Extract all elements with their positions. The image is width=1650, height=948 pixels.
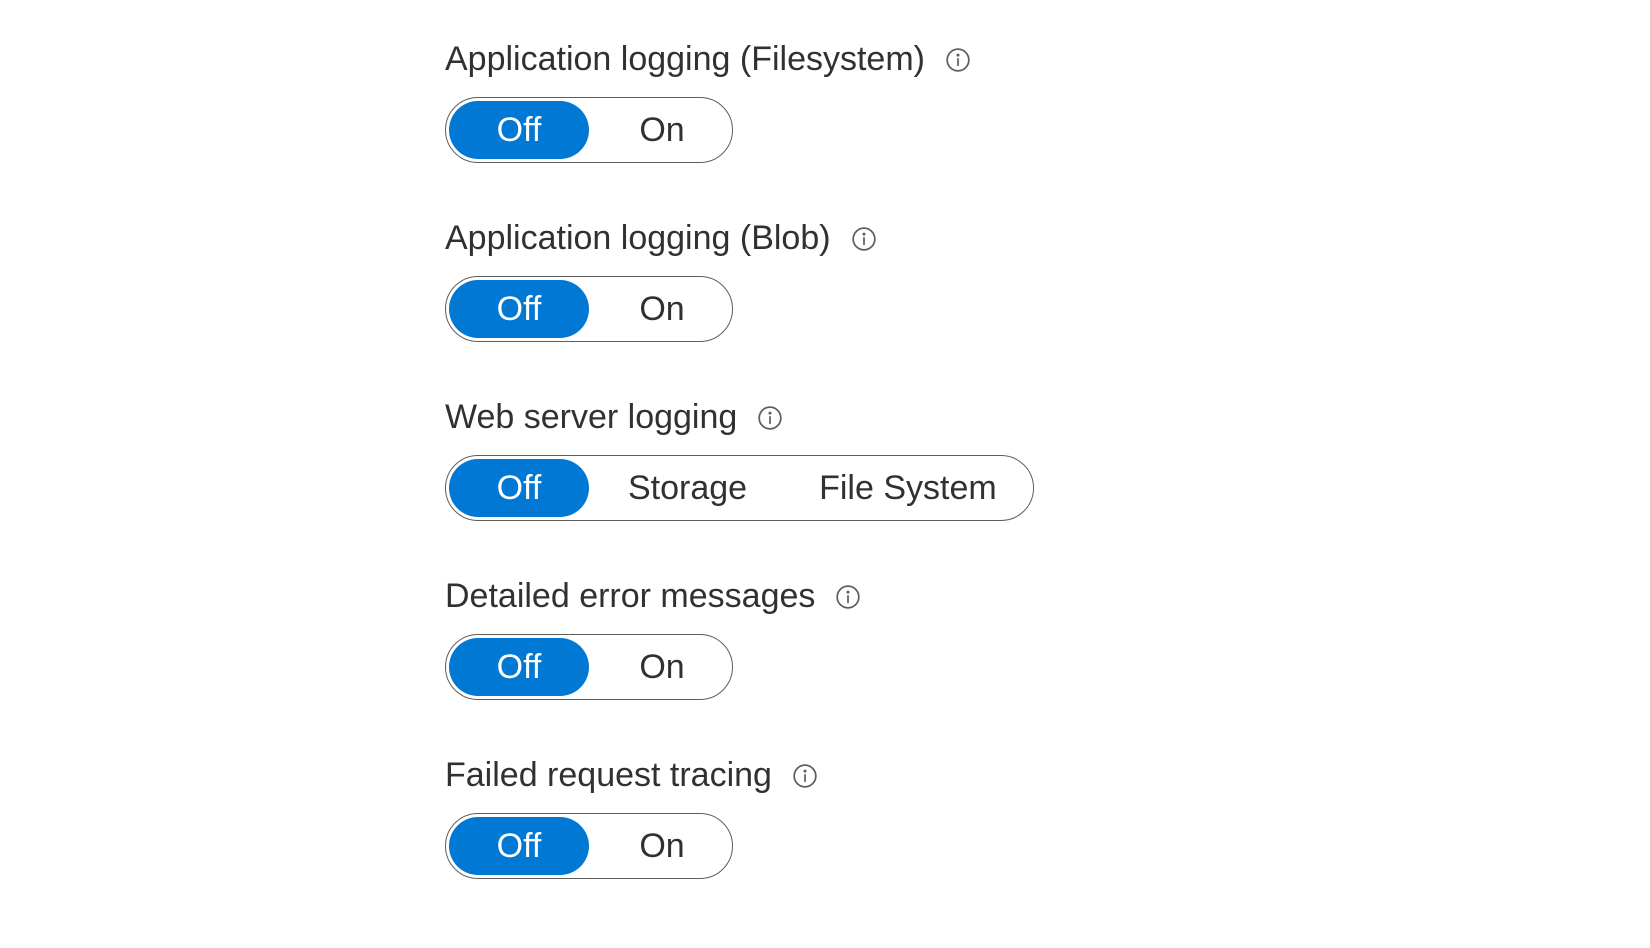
toggle-option-storage[interactable]: Storage — [592, 456, 783, 520]
info-icon[interactable] — [851, 226, 877, 252]
toggle-option-off[interactable]: Off — [449, 817, 589, 875]
info-icon[interactable] — [835, 584, 861, 610]
info-icon[interactable] — [792, 763, 818, 789]
setting-label-app-logging-fs: Application logging (Filesystem) — [445, 40, 925, 79]
setting-failed-request-tracing: Failed request tracing Off On — [445, 756, 1650, 879]
setting-label-row: Application logging (Filesystem) — [445, 40, 1650, 79]
setting-app-logging-fs: Application logging (Filesystem) Off On — [445, 40, 1650, 163]
toggle-option-off[interactable]: Off — [449, 101, 589, 159]
setting-web-server-logging: Web server logging Off Storage File Syst… — [445, 398, 1650, 521]
toggle-option-file-system[interactable]: File System — [783, 456, 1033, 520]
setting-label-row: Failed request tracing — [445, 756, 1650, 795]
setting-label-app-logging-blob: Application logging (Blob) — [445, 219, 831, 258]
setting-label-row: Detailed error messages — [445, 577, 1650, 616]
toggle-option-on[interactable]: On — [592, 635, 732, 699]
toggle-detailed-error-messages: Off On — [445, 634, 733, 700]
setting-label-failed-request-tracing: Failed request tracing — [445, 756, 772, 795]
toggle-app-logging-blob: Off On — [445, 276, 733, 342]
toggle-option-off[interactable]: Off — [449, 280, 589, 338]
info-icon[interactable] — [757, 405, 783, 431]
setting-label-row: Application logging (Blob) — [445, 219, 1650, 258]
toggle-option-off[interactable]: Off — [449, 638, 589, 696]
setting-label-detailed-error-messages: Detailed error messages — [445, 577, 815, 616]
setting-detailed-error-messages: Detailed error messages Off On — [445, 577, 1650, 700]
toggle-option-on[interactable]: On — [592, 277, 732, 341]
setting-app-logging-blob: Application logging (Blob) Off On — [445, 219, 1650, 342]
toggle-option-on[interactable]: On — [592, 98, 732, 162]
toggle-app-logging-fs: Off On — [445, 97, 733, 163]
toggle-web-server-logging: Off Storage File System — [445, 455, 1034, 521]
info-icon[interactable] — [945, 47, 971, 73]
setting-label-web-server-logging: Web server logging — [445, 398, 737, 437]
toggle-option-on[interactable]: On — [592, 814, 732, 878]
setting-label-row: Web server logging — [445, 398, 1650, 437]
toggle-failed-request-tracing: Off On — [445, 813, 733, 879]
toggle-option-off[interactable]: Off — [449, 459, 589, 517]
